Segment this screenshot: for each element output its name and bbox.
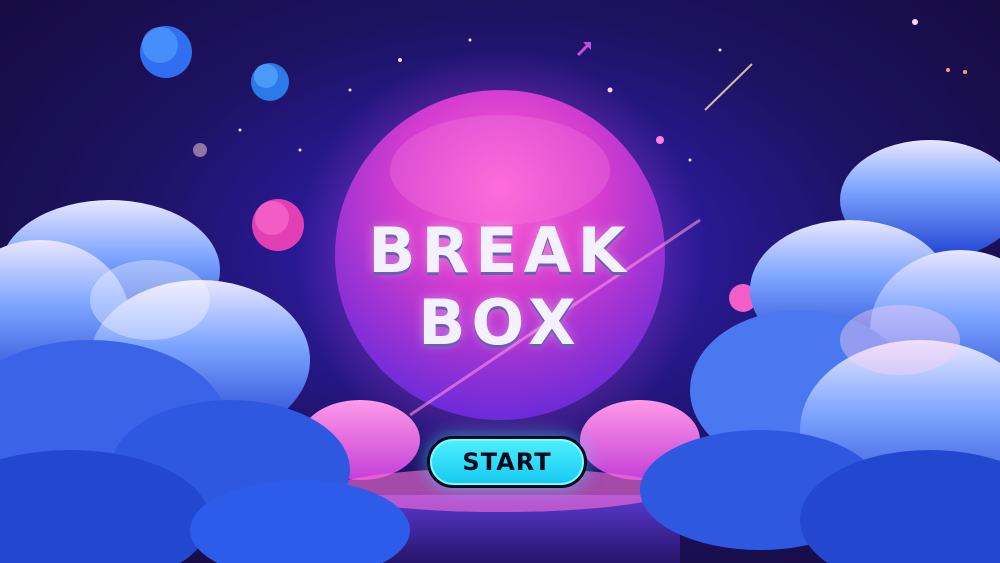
game-title: BREAK BOX xyxy=(335,215,665,359)
title-line-break: BREAK xyxy=(368,214,632,287)
game-title-screen: BREAK BOX START xyxy=(0,0,1000,563)
title-line-box: BOX xyxy=(418,286,582,359)
arrow-up-right-icon xyxy=(576,42,591,57)
start-button[interactable]: START xyxy=(427,436,587,488)
start-button-label: START xyxy=(462,448,552,476)
